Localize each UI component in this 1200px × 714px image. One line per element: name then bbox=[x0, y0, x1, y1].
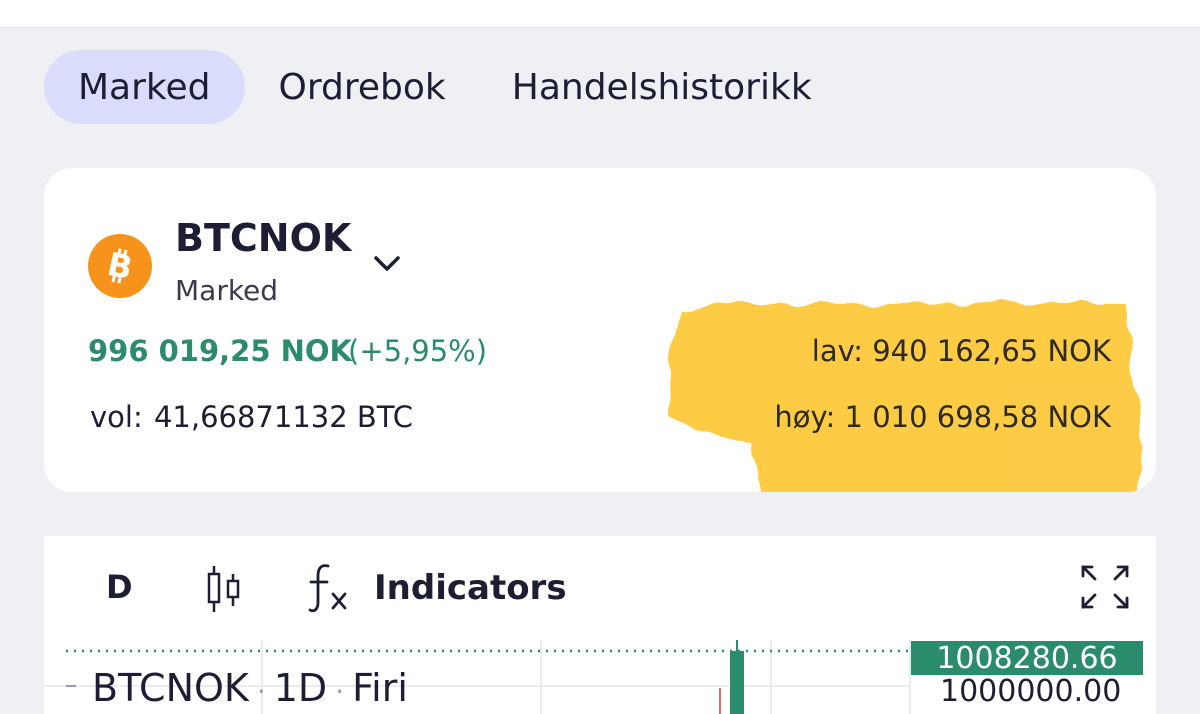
tab-marked[interactable]: Marked bbox=[44, 50, 245, 124]
fullscreen-icon[interactable] bbox=[1080, 564, 1130, 610]
low-value: 940 162,65 NOK bbox=[872, 334, 1111, 368]
candlestick-icon[interactable] bbox=[204, 564, 244, 614]
bitcoin-icon: B bbox=[88, 234, 152, 298]
chart-symbol-title: BTCNOK · 1D · Firi bbox=[92, 666, 408, 710]
title-separator: · bbox=[256, 675, 266, 708]
market-summary-card: B BTCNOK Marked 996 019,25 NOK (+5,95%) … bbox=[44, 168, 1156, 492]
title-separator: · bbox=[335, 675, 345, 708]
price-change-percent: (+5,95%) bbox=[348, 334, 488, 368]
indicators-button[interactable]: Indicators bbox=[374, 568, 567, 608]
chevron-down-icon[interactable] bbox=[370, 248, 404, 278]
chart-exchange: Firi bbox=[352, 666, 408, 710]
volume: vol: 41,66871132 BTC bbox=[88, 400, 413, 434]
chart-widget: D Indicators BTCNOK · 1D · Firi 1008280.… bbox=[44, 536, 1156, 714]
candle-body bbox=[730, 651, 744, 714]
price-chart[interactable]: BTCNOK · 1D · Firi 1008280.66 1000000.00 bbox=[44, 636, 1156, 714]
last-price: 996 019,25 NOK bbox=[88, 334, 353, 368]
low-price: lav: 940 162,65 NOK bbox=[812, 334, 1111, 368]
top-bar bbox=[0, 0, 1200, 28]
tab-handelshistorikk[interactable]: Handelshistorikk bbox=[512, 50, 812, 124]
yellow-highlight-mark bbox=[668, 301, 1140, 492]
fx-icon[interactable] bbox=[306, 562, 352, 614]
pair-name[interactable]: BTCNOK bbox=[175, 216, 351, 260]
tab-ordrebok[interactable]: Ordrebok bbox=[279, 50, 446, 124]
volume-label: vol: bbox=[90, 400, 143, 434]
current-price-tag: 1008280.66 bbox=[911, 641, 1143, 676]
chart-interval: 1D bbox=[273, 666, 328, 710]
chart-symbol: BTCNOK bbox=[92, 666, 249, 710]
low-label: lav: bbox=[811, 334, 863, 368]
volume-value: 41,66871132 BTC bbox=[153, 400, 414, 434]
price-axis-label: 1000000.00 bbox=[940, 674, 1122, 709]
high-price: høy: 1 010 698,58 NOK bbox=[774, 400, 1111, 434]
interval-button[interactable]: D bbox=[106, 568, 133, 606]
high-value: 1 010 698,58 NOK bbox=[844, 400, 1111, 434]
high-label: høy: bbox=[774, 400, 836, 434]
pair-market-type: Marked bbox=[175, 274, 279, 307]
tab-bar: Marked Ordrebok Handelshistorikk bbox=[44, 50, 812, 124]
